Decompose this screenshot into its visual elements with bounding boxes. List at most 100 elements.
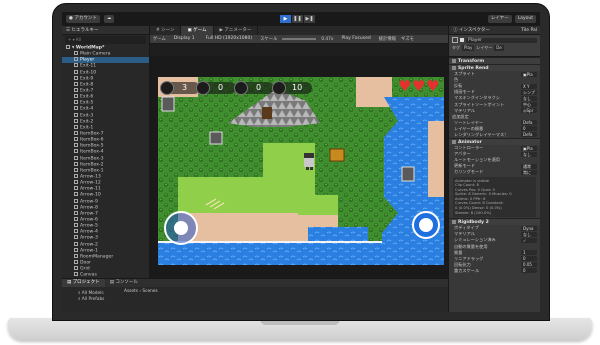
hierarchy-item-label: Exit-8: [80, 82, 94, 88]
gameobject-icon: [74, 192, 78, 197]
tab-game[interactable]: ▣ ゲーム: [181, 26, 214, 35]
hierarchy-item-label: Exit-2: [80, 119, 94, 125]
hierarchy-item-label: Player: [80, 57, 95, 63]
key-icon: [234, 81, 248, 95]
gameobject-icon: [74, 210, 78, 215]
tab-scene[interactable]: # シーン: [150, 26, 182, 35]
field-value[interactable]: ▣Pla: [521, 71, 537, 77]
gameobject-icon: [74, 235, 78, 240]
game-canvas[interactable]: 3 0 0 10 ♥ ♥ ♥: [158, 77, 444, 265]
gameobject-icon: [74, 198, 78, 203]
field-value[interactable]: Defa: [521, 120, 537, 126]
tab-console[interactable]: ▤ コンソール: [105, 279, 143, 287]
gameobject-icon: [74, 229, 78, 234]
gameobject-icon: [74, 137, 78, 142]
field-label: アバター: [454, 151, 471, 157]
field-label: スプライト: [454, 71, 475, 77]
account-button[interactable]: ● アカウント: [66, 15, 100, 23]
layers-dropdown[interactable]: レイヤー: [487, 15, 512, 23]
toolbar-right: レイヤー Layout: [487, 15, 536, 23]
hierarchy-item-label: Arrow-8: [80, 205, 98, 211]
layout-dropdown[interactable]: Layout: [514, 15, 536, 23]
inspector-field: 重力スケール 0: [449, 268, 540, 274]
field-value[interactable]: Defa: [521, 132, 537, 138]
tile-palette-tab[interactable]: Tile Pal: [521, 26, 537, 34]
field-label: 自動の質量を使用: [454, 243, 488, 249]
all-prefabs-row[interactable]: ⌕ All Prefabs: [62, 297, 448, 303]
gameobject-icon: [74, 118, 78, 123]
hierarchy-item-label: Exit-1: [80, 125, 94, 131]
transform-component[interactable]: Transform: [449, 57, 540, 64]
resolution-dropdown[interactable]: Full HD (1920x1080): [202, 35, 256, 43]
keys-count: 0: [256, 83, 262, 92]
field-label: シミュレーション済み: [454, 237, 496, 243]
hierarchy-item-label: ItemBox-7: [80, 131, 104, 137]
tab-animator[interactable]: ▶ アニメーター: [214, 26, 259, 35]
field-value[interactable]: 0: [521, 268, 537, 274]
joystick-knob[interactable]: [174, 221, 188, 235]
sprite-renderer-component[interactable]: Sprite Rend: [449, 64, 540, 71]
field-label: ソートレイヤー: [454, 119, 484, 125]
display-dropdown[interactable]: Display 1: [170, 35, 198, 43]
field-value[interactable]: なし: [521, 95, 537, 101]
field-value[interactable]: Dyna: [521, 225, 537, 231]
hierarchy-item-label: Arrow-5: [80, 223, 98, 229]
animator-component[interactable]: Animator: [449, 138, 540, 146]
hierarchy-item-label: Arrow-2: [80, 242, 98, 247]
gameobject-icon: [74, 167, 78, 172]
gameobject-icon: [74, 57, 78, 62]
hierarchy-item-label: Arrow-13: [80, 174, 101, 180]
project-breadcrumb[interactable]: Assets › Scenes: [124, 289, 158, 294]
pause-button[interactable]: ❚❚: [292, 15, 303, 23]
stats-button[interactable]: 統計情報: [379, 36, 396, 42]
play-button[interactable]: ▶: [280, 15, 291, 23]
gameobject-icon: [74, 75, 78, 80]
hierarchy-item-label: ItemBox-2: [80, 162, 104, 168]
inspector-tab-label[interactable]: ⓘ インスペクター: [453, 26, 490, 34]
gameobject-icon: [74, 149, 78, 154]
gameobject-icon: [74, 130, 78, 135]
field-value[interactable]: なし: [521, 151, 537, 157]
field-value[interactable]: 0: [521, 256, 537, 262]
field-value[interactable]: ◎Spr: [521, 108, 537, 114]
bomb-icon: [196, 81, 210, 95]
sign-post: [209, 131, 223, 145]
item-box-chest: [329, 148, 345, 162]
inspector-field: カリングモード 常に: [449, 169, 540, 175]
play-focused-dropdown[interactable]: Play Focused: [338, 35, 374, 43]
gameobject-icon: [74, 81, 78, 86]
field-value[interactable]: ✓: [521, 237, 537, 243]
field-value[interactable]: なし: [521, 231, 537, 237]
attack-button-inner: [419, 218, 433, 232]
hierarchy-item-label: Exit-6: [80, 94, 94, 100]
field-value[interactable]: 0.05: [521, 262, 537, 268]
field-value[interactable]: 中心: [521, 102, 537, 108]
sprite-renderer-icon: [452, 66, 456, 70]
tab-project[interactable]: ▤ プロジェクト: [62, 279, 105, 287]
play-controls: ▶ ❚❚ ▶❚: [280, 15, 315, 23]
field-label: ルートモーションを適用: [454, 157, 500, 163]
field-value[interactable]: 通常: [521, 163, 537, 169]
field-value[interactable]: X Y: [521, 83, 537, 89]
tag-dropdown[interactable]: Play: [462, 45, 475, 51]
hierarchy-item-label: Exit-10: [80, 70, 97, 76]
hierarchy-search[interactable]: + ▾ All: [65, 36, 146, 44]
field-label: マスキングインタラクシ: [454, 95, 500, 101]
hierarchy-item-label: Arrow-4: [80, 229, 98, 235]
field-value[interactable]: 0: [521, 126, 537, 132]
field-value[interactable]: シンプ: [521, 89, 537, 95]
cloud-button[interactable]: ☁: [103, 15, 115, 23]
layer-dropdown[interactable]: De: [494, 45, 504, 51]
object-name-field[interactable]: Player: [466, 37, 537, 43]
active-checkbox[interactable]: [460, 38, 464, 42]
field-value[interactable]: 常に: [521, 169, 537, 175]
scale-slider[interactable]: [282, 38, 317, 40]
step-button[interactable]: ▶❚: [304, 15, 315, 23]
hierarchy-tab[interactable]: ☰ ヒエラルキー: [62, 26, 149, 35]
field-value[interactable]: 1: [521, 250, 537, 256]
rigidbody-component[interactable]: Rigidbody 2: [449, 218, 540, 226]
project-panel: ▤ プロジェクト ▤ コンソール ⌕ All Models ⌕ All Pref…: [62, 278, 448, 312]
field-value[interactable]: ▣Pla: [521, 145, 537, 151]
gameobject-icon: [74, 216, 78, 221]
gizmos-button[interactable]: ギズモ: [401, 36, 414, 42]
